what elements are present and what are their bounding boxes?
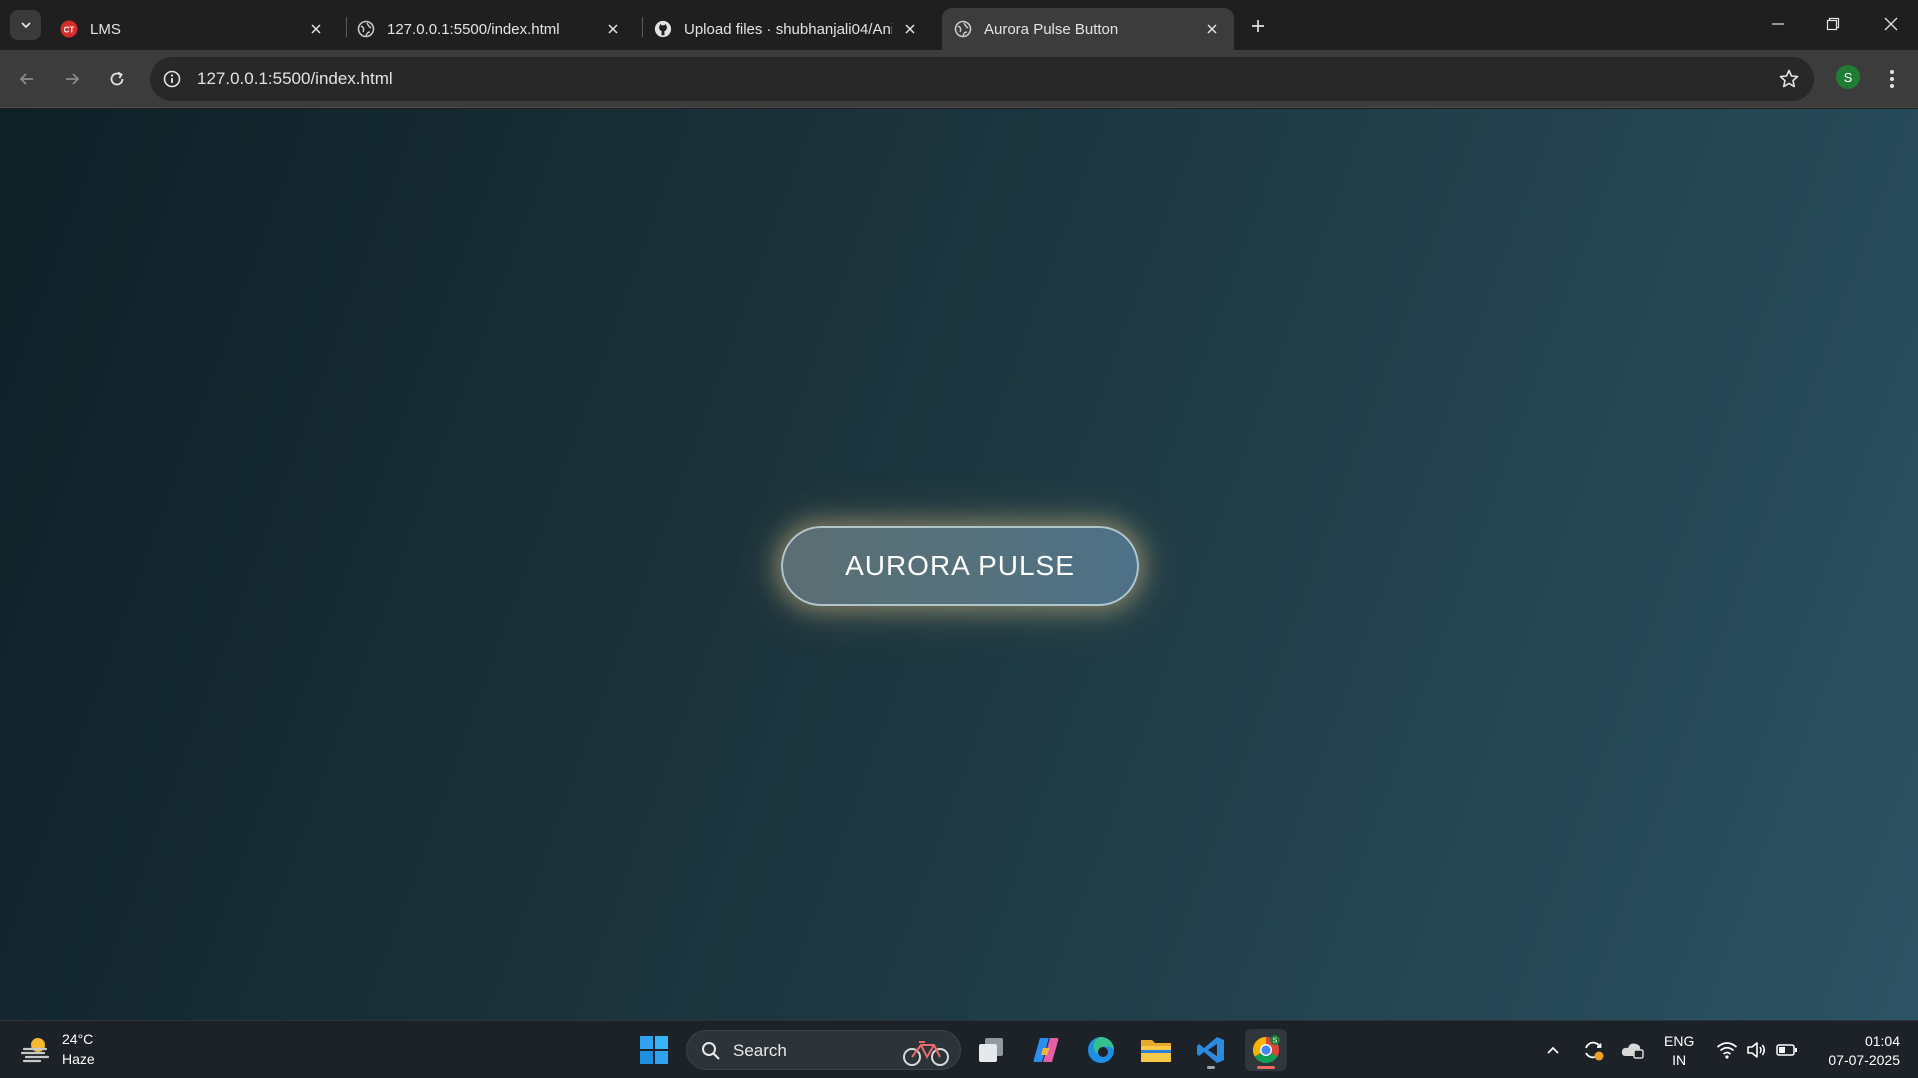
svg-text:S: S [1273, 1038, 1278, 1045]
taskbar-search[interactable]: Search [686, 1030, 961, 1070]
new-tab-button[interactable] [1245, 13, 1271, 39]
globe-icon [954, 20, 972, 38]
cloud-icon [1621, 1043, 1644, 1059]
plus-icon [1252, 20, 1264, 32]
running-indicator [1207, 1066, 1215, 1069]
battery-button[interactable] [1774, 1037, 1800, 1063]
search-icon [702, 1042, 720, 1060]
minimize-icon [1772, 23, 1784, 25]
globe-icon [357, 20, 375, 38]
address-bar[interactable]: 127.0.0.1:5500/index.html [150, 57, 1814, 101]
url-text: 127.0.0.1:5500/index.html [197, 69, 393, 88]
close-icon[interactable] [900, 19, 920, 39]
clock-date: 07-07-2025 [1828, 1052, 1900, 1068]
edge-icon [1088, 1037, 1114, 1063]
copilot-button[interactable] [1025, 1029, 1067, 1071]
search-label: Search [733, 1041, 787, 1060]
close-icon[interactable] [1202, 19, 1222, 39]
arrow-right-icon [66, 73, 80, 85]
tab-title: Aurora Pulse Button [984, 20, 1119, 38]
language-code: ENG [1664, 1033, 1695, 1049]
forward-button[interactable] [58, 65, 86, 93]
weather-condition: Haze [62, 1051, 95, 1067]
file-explorer-icon [1141, 1040, 1171, 1062]
close-icon[interactable] [306, 19, 326, 39]
tab-localhost[interactable]: 127.0.0.1:5500/index.html [345, 8, 635, 50]
site-info-icon[interactable] [160, 67, 184, 91]
close-icon [1884, 17, 1898, 31]
chevron-down-icon [20, 22, 31, 29]
windows-taskbar: 24°C Haze Search S ENG IN 01:04 07-07-20… [0, 1020, 1918, 1078]
speaker-icon [1747, 1042, 1766, 1058]
taskbar-clock[interactable]: 01:04 07-07-2025 [1810, 1032, 1900, 1070]
task-view-button[interactable] [970, 1029, 1012, 1071]
weather-widget[interactable]: 24°C Haze [20, 1029, 95, 1069]
github-icon [654, 20, 672, 38]
close-window-button[interactable] [1868, 8, 1914, 40]
haze-weather-icon [20, 1038, 50, 1063]
start-button[interactable] [633, 1029, 675, 1071]
bicycle-icon [903, 1041, 949, 1066]
tab-aurora-pulse-button[interactable]: Aurora Pulse Button [942, 8, 1234, 50]
aurora-pulse-button[interactable]: AURORA PULSE [781, 526, 1139, 606]
chrome-icon: S [1252, 1035, 1280, 1064]
more-vertical-icon [1890, 70, 1894, 88]
active-app-indicator [1257, 1066, 1275, 1069]
tab-strip: CT LMS 127.0.0.1:5500/index.html Upload … [0, 0, 1918, 50]
weather-temperature: 24°C [62, 1031, 94, 1047]
language-indicator[interactable]: ENG IN [1664, 1032, 1694, 1070]
wifi-icon [1716, 1042, 1738, 1059]
battery-icon [1776, 1044, 1797, 1056]
close-icon[interactable] [603, 19, 623, 39]
start-icon [640, 1036, 668, 1064]
restore-icon [1826, 17, 1840, 31]
show-hidden-icons-button[interactable] [1540, 1037, 1566, 1063]
tab-lms[interactable]: CT LMS [48, 8, 338, 50]
back-button[interactable] [13, 65, 41, 93]
network-button[interactable] [1714, 1037, 1740, 1063]
volume-button[interactable] [1744, 1037, 1770, 1063]
tab-github-upload[interactable]: Upload files · shubhanjali04/Ani [642, 8, 932, 50]
sync-icon [1585, 1041, 1604, 1061]
sync-status-button[interactable] [1580, 1037, 1606, 1063]
reload-icon [110, 71, 124, 86]
copilot-icon [1033, 1038, 1059, 1062]
restore-button[interactable] [1810, 8, 1856, 40]
browser-toolbar: 127.0.0.1:5500/index.html S [0, 50, 1918, 108]
vscode-icon [1197, 1037, 1224, 1063]
star-icon[interactable] [1778, 68, 1800, 90]
task-view-icon [979, 1038, 1003, 1062]
browser-menu-button[interactable] [1880, 65, 1904, 93]
tab-title: Upload files · shubhanjali04/Ani [684, 20, 892, 38]
vscode-button[interactable] [1190, 1029, 1232, 1071]
minimize-button[interactable] [1755, 8, 1801, 40]
edge-button[interactable] [1080, 1029, 1122, 1071]
region-code: IN [1672, 1052, 1687, 1068]
reload-button[interactable] [103, 65, 131, 93]
clock-time: 01:04 [1864, 1033, 1900, 1049]
chrome-button[interactable]: S [1245, 1029, 1287, 1071]
onedrive-button[interactable] [1620, 1037, 1646, 1063]
tab-search-button[interactable] [10, 10, 41, 40]
svg-text:CT: CT [64, 26, 75, 35]
file-explorer-button[interactable] [1135, 1029, 1177, 1071]
arrow-left-icon [19, 73, 33, 85]
profile-avatar[interactable]: S [1836, 65, 1860, 89]
tab-title: LMS [90, 20, 121, 38]
chevron-up-icon [1547, 1046, 1559, 1054]
tab-title: 127.0.0.1:5500/index.html [387, 20, 560, 38]
lms-favicon: CT [60, 20, 78, 38]
